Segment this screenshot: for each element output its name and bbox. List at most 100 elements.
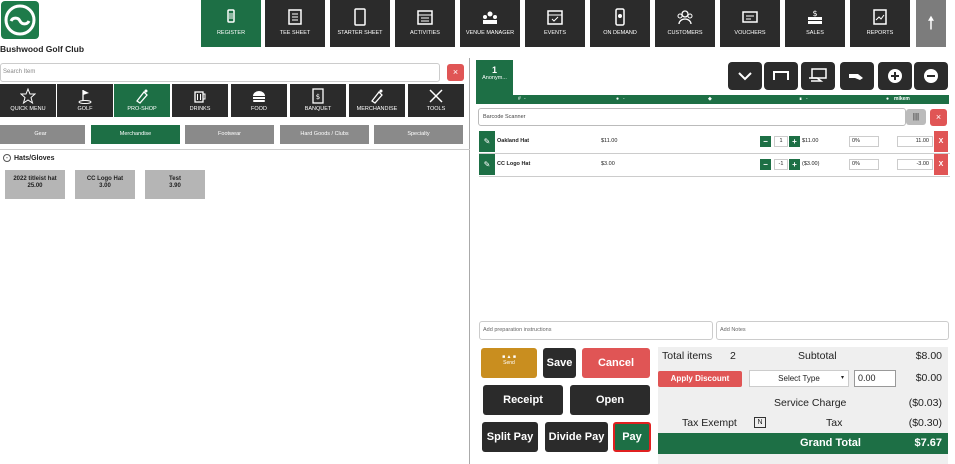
open-button[interactable]: Open <box>570 385 650 415</box>
send-button[interactable]: ■ ▲ ■ Send <box>481 348 537 378</box>
nav-tee-sheet-button[interactable]: TEE SHEET <box>265 0 325 47</box>
nav-register-button[interactable]: REGISTER <box>201 0 261 47</box>
customer-tab[interactable]: 1 Anonym... <box>476 60 513 95</box>
hand-card-icon <box>809 68 827 82</box>
close-icon: × <box>452 67 459 77</box>
category-merchandise[interactable]: MERCHANDISE <box>349 84 405 117</box>
nav-label: SALES <box>806 30 824 36</box>
tablet-icon <box>354 8 366 26</box>
nav-activities-button[interactable]: ACTIVITIES <box>395 0 455 47</box>
tools-icon <box>429 89 443 103</box>
collapse-icon[interactable]: - <box>3 154 11 162</box>
qty-field[interactable]: 1 <box>774 136 788 147</box>
subcategory-hard-goods-clubs[interactable]: Hard Goods / Clubs <box>280 125 369 144</box>
item-tile[interactable]: 2022 titleist hat 25.00 <box>5 170 65 199</box>
prep-instructions-input[interactable]: Add preparation instructions <box>479 321 713 340</box>
collapse-button[interactable] <box>728 62 762 90</box>
clear-search-button[interactable]: × <box>447 64 464 81</box>
nav-venue-manager-button[interactable]: VENUE MANAGER <box>460 0 520 47</box>
receipt-button[interactable]: Receipt <box>483 385 563 415</box>
discount-select[interactable]: 0% <box>849 136 879 147</box>
grid-icon: # <box>518 96 521 102</box>
chevron-down-icon: ▾ <box>840 375 844 381</box>
group-title-label: Hats/Gloves <box>14 154 55 162</box>
subcategory-specialty[interactable]: Specialty <box>374 125 463 144</box>
item-tile[interactable]: CC Logo Hat 3.00 <box>75 170 135 199</box>
barcode-button[interactable]: ||| <box>906 109 926 125</box>
qty-minus-button[interactable]: − <box>760 136 771 147</box>
nav-sales-button[interactable]: $ SALES <box>785 0 845 47</box>
category-golf[interactable]: GOLF <box>57 84 113 117</box>
hand-give-icon <box>849 74 863 80</box>
nav-customers-button[interactable]: CUSTOMERS <box>655 0 715 47</box>
merchandise-icon <box>371 89 383 104</box>
qty-plus-button[interactable]: + <box>789 159 800 170</box>
category-quick-menu[interactable]: QUICK MENU <box>0 84 56 117</box>
delete-line-button[interactable]: X <box>934 154 948 175</box>
discount-type-select[interactable]: Select Type ▾ <box>749 370 849 387</box>
nav-starter-sheet-button[interactable]: STARTER SHEET <box>330 0 390 47</box>
category-drinks[interactable]: DRINKS <box>172 84 228 117</box>
discount-amount-input[interactable]: 0.00 <box>854 370 896 387</box>
line-total-field[interactable]: 11.00 <box>897 136 933 147</box>
subcategory-gear[interactable]: Gear <box>0 125 85 144</box>
line-total-field[interactable]: -3.00 <box>897 159 933 170</box>
tax-label: Tax <box>826 417 843 429</box>
line-extended: $11.00 <box>802 138 819 144</box>
table-button[interactable] <box>764 62 798 90</box>
qty-minus-button[interactable]: − <box>760 159 771 170</box>
category-food[interactable]: FOOD <box>231 84 287 117</box>
group-title-hats-gloves[interactable]: - Hats/Gloves <box>3 154 54 162</box>
nav-label: ON DEMAND <box>603 30 637 36</box>
edit-line-button[interactable]: ✎ <box>479 154 495 175</box>
apply-discount-button[interactable]: Apply Discount <box>658 371 742 387</box>
item-tile-name: Test <box>169 176 181 182</box>
customer-tab-number: 1 <box>491 65 497 75</box>
events-calendar-icon <box>547 10 563 25</box>
remove-button[interactable] <box>914 62 948 90</box>
divide-pay-button[interactable]: Divide Pay <box>545 422 608 452</box>
header-user: mikem <box>894 96 910 102</box>
search-item-input[interactable]: Search Item <box>0 63 440 82</box>
pay-button[interactable]: Pay <box>613 422 651 452</box>
nav-label: TEE SHEET <box>279 30 311 36</box>
category-tools[interactable]: TOOLS <box>408 84 464 117</box>
drink-mug-icon <box>194 91 206 103</box>
discount-type-value: Select Type <box>778 374 820 383</box>
close-icon: × <box>935 112 942 122</box>
scroll-up-button[interactable]: 🠕 <box>916 0 946 47</box>
grand-total-value: $7.67 <box>914 437 942 449</box>
tax-value: ($0.30) <box>908 417 942 429</box>
qty-field[interactable]: -1 <box>774 159 788 170</box>
tax-exempt-toggle[interactable]: N <box>754 417 766 428</box>
nav-vouchers-button[interactable]: VOUCHERS <box>720 0 780 47</box>
category-banquet[interactable]: $ BANQUET <box>290 84 346 117</box>
item-tile-price: 3.90 <box>169 183 181 189</box>
hand-card-button[interactable] <box>801 62 835 90</box>
nav-events-button[interactable]: EVENTS <box>525 0 585 47</box>
nav-reports-button[interactable]: REPORTS <box>850 0 910 47</box>
add-button[interactable] <box>878 62 912 90</box>
edit-line-button[interactable]: ✎ <box>479 131 495 152</box>
add-notes-input[interactable]: Add Notes <box>716 321 949 340</box>
qty-plus-button[interactable]: + <box>789 136 800 147</box>
nav-label: CUSTOMERS <box>667 30 703 36</box>
discount-amount-value: $0.00 <box>915 372 942 384</box>
subcategory-merchandise[interactable]: Merchandise <box>91 125 180 144</box>
item-tile-price: 3.00 <box>99 183 111 189</box>
discount-select[interactable]: 0% <box>849 159 879 170</box>
item-tile-name: 2022 titleist hat <box>13 176 57 182</box>
cancel-button[interactable]: Cancel <box>582 348 650 378</box>
barcode-scanner-input[interactable]: Barcode Scanner <box>478 108 906 126</box>
save-button[interactable]: Save <box>543 348 576 378</box>
delete-line-button[interactable]: X <box>934 131 948 152</box>
clear-barcode-button[interactable]: × <box>930 109 947 126</box>
item-tile[interactable]: Test 3.90 <box>145 170 205 199</box>
nav-on-demand-button[interactable]: ON DEMAND <box>590 0 650 47</box>
split-pay-button[interactable]: Split Pay <box>482 422 538 452</box>
subcategory-footwear[interactable]: Footwear <box>185 125 274 144</box>
hand-give-button[interactable] <box>840 62 874 90</box>
category-pro-shop[interactable]: PRO-SHOP <box>114 84 170 117</box>
chevron-down-icon <box>738 72 752 81</box>
customer-tab-name: Anonym... <box>482 75 507 81</box>
